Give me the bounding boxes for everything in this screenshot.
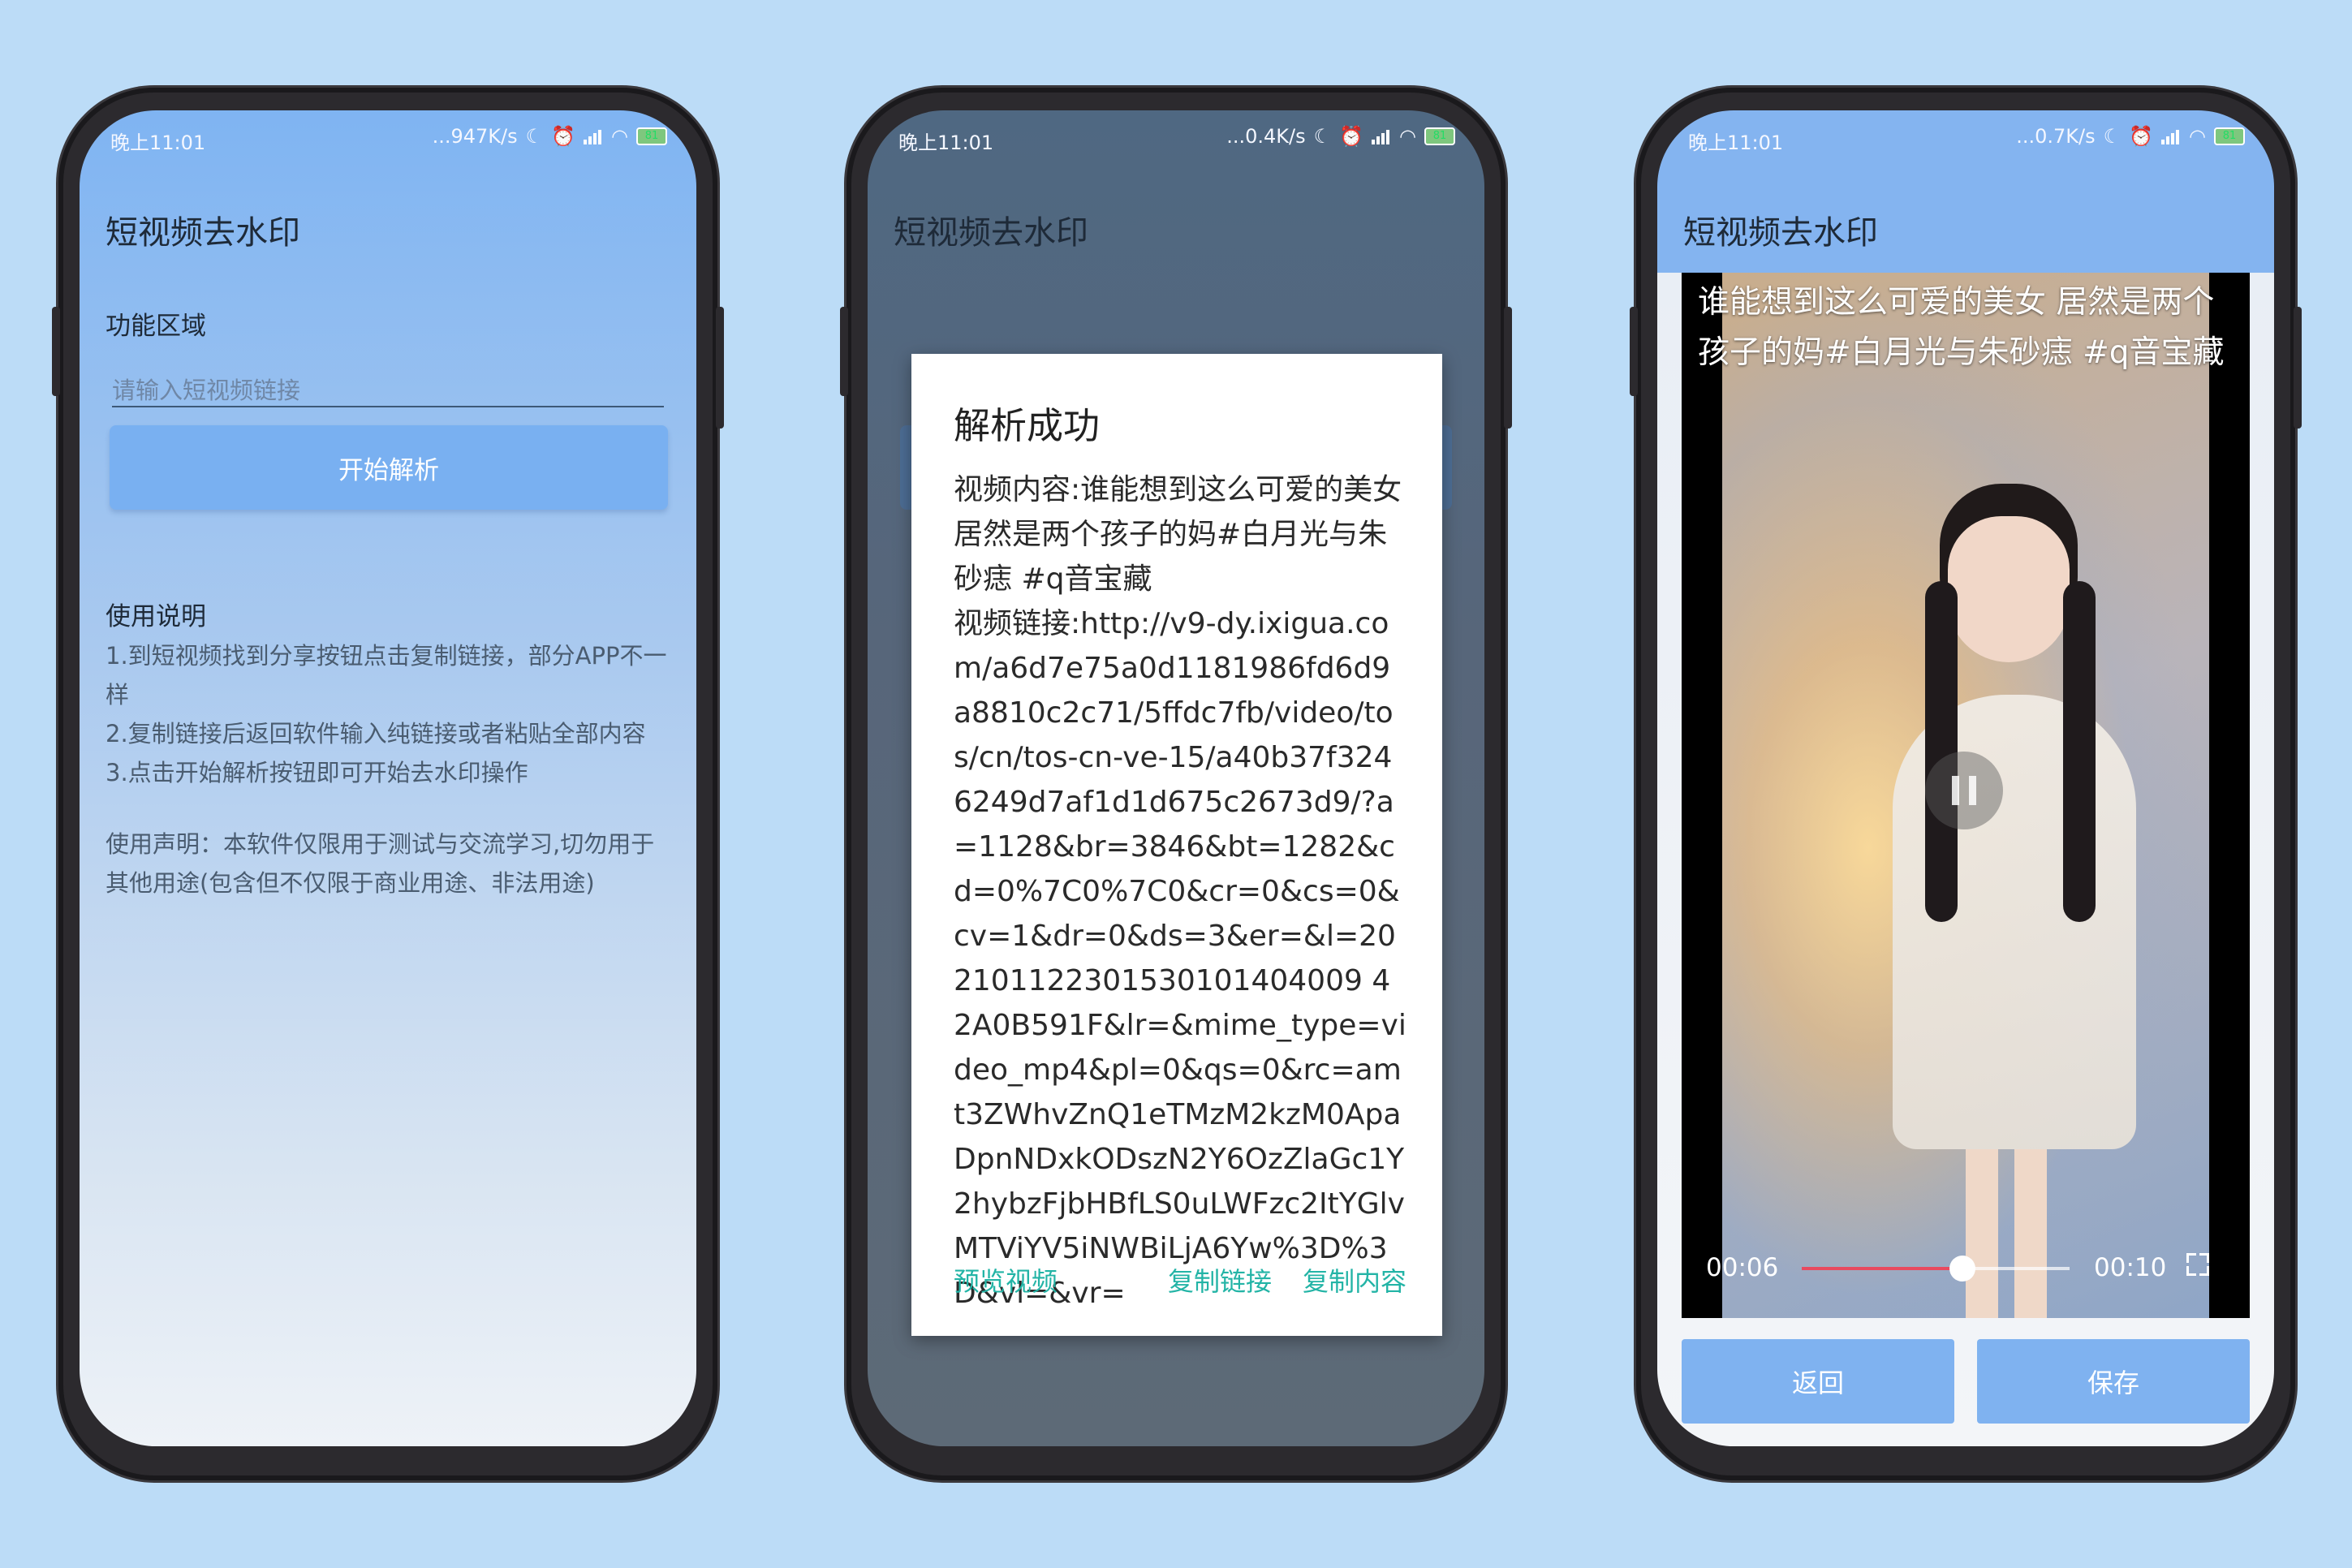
disclaimer-text: 使用声明：本软件仅限用于测试与交流学习,切勿用于其他用途(包含但不仅限于商业用途… <box>106 830 655 897</box>
app-title: 短视频去水印 <box>106 214 300 252</box>
network-speed: ...0.4K/s <box>1226 125 1306 148</box>
fullscreen-icon[interactable] <box>2186 1253 2209 1276</box>
battery-icon: 81 <box>2214 127 2245 145</box>
copy-link-button[interactable]: 复制链接 <box>1168 1261 1272 1299</box>
network-speed: ...947K/s <box>432 125 518 148</box>
status-bar: 晚上11:01 ...0.4K/s ☾ ⏰ ◠ 81 <box>868 110 1484 167</box>
video-figure-braid <box>1925 581 1958 922</box>
current-time: 00:06 <box>1706 1253 1779 1282</box>
pause-icon[interactable] <box>1925 752 2003 829</box>
main-screen: 晚上11:01 ...947K/s ☾ ⏰ ◠ 81 短视频去水印 功能区域 请… <box>80 110 696 1446</box>
player-screen: 晚上11:01 ...0.7K/s ☾ ⏰ ◠ 81 短视频去水印 谁能想到这么… <box>1657 110 2274 1446</box>
dialog-title: 解析成功 <box>954 404 1101 447</box>
usage-line: 1.到短视频找到分享按钮点击复制链接，部分APP不一样 <box>106 642 667 709</box>
signal-icon <box>584 128 603 144</box>
seek-thumb[interactable] <box>1949 1256 1975 1282</box>
save-button[interactable]: 保存 <box>1977 1339 2250 1424</box>
video-figure-braid <box>2063 581 2096 922</box>
seek-bar[interactable] <box>1802 1256 2070 1282</box>
signal-icon <box>1372 128 1391 144</box>
phone-frame-main: 晚上11:01 ...947K/s ☾ ⏰ ◠ 81 短视频去水印 功能区域 请… <box>52 88 724 1480</box>
preview-video-button[interactable]: 预览视频 <box>954 1261 1058 1299</box>
moon-icon: ☾ <box>1313 125 1332 148</box>
copy-content-button[interactable]: 复制内容 <box>1303 1261 1406 1299</box>
alarm-icon: ⏰ <box>551 125 576 148</box>
wifi-icon: ◠ <box>2189 125 2206 148</box>
moon-icon: ☾ <box>525 125 544 148</box>
parse-button[interactable]: 开始解析 <box>110 425 668 510</box>
status-time: 晚上11:01 <box>110 131 206 154</box>
usage-line: 2.复制链接后返回软件输入纯链接或者粘贴全部内容 <box>106 720 646 747</box>
dialog-actions: 预览视频 复制链接 复制内容 <box>911 1261 1442 1302</box>
network-speed: ...0.7K/s <box>2016 125 2096 148</box>
status-bar: 晚上11:01 ...0.7K/s ☾ ⏰ ◠ 81 <box>1657 110 2274 167</box>
status-bar: 晚上11:01 ...947K/s ☾ ⏰ ◠ 81 <box>80 110 696 167</box>
usage-title: 使用说明 <box>106 602 206 631</box>
total-time: 00:10 <box>2094 1253 2167 1282</box>
wifi-icon: ◠ <box>1399 125 1416 148</box>
parse-result-dialog: 解析成功 视频内容:谁能想到这么可爱的美女居然是两个孩子的妈#白月光与朱砂痣 #… <box>911 354 1442 1336</box>
app-title: 短视频去水印 <box>894 214 1088 252</box>
wifi-icon: ◠ <box>611 125 628 148</box>
video-figure-leg <box>2014 1149 2047 1318</box>
status-time: 晚上11:01 <box>898 131 994 154</box>
alarm-icon: ⏰ <box>2129 125 2154 148</box>
app-title: 短视频去水印 <box>1683 214 1878 252</box>
signal-icon <box>2161 128 2181 144</box>
dialog-screen: 晚上11:01 ...0.4K/s ☾ ⏰ ◠ 81 短视频去水印 解析成功 视… <box>868 110 1484 1446</box>
video-figure-leg <box>1966 1149 1998 1318</box>
video-figure-head <box>1948 516 2070 662</box>
link-input[interactable]: 请输入短视频链接 <box>112 360 664 407</box>
status-time: 晚上11:01 <box>1688 131 1784 154</box>
battery-icon: 81 <box>1424 127 1455 145</box>
phone-frame-player: 晚上11:01 ...0.7K/s ☾ ⏰ ◠ 81 短视频去水印 谁能想到这么… <box>1630 88 2302 1480</box>
usage-instructions: 1.到短视频找到分享按钮点击复制链接，部分APP不一样 2.复制链接后返回软件输… <box>106 636 674 792</box>
video-caption: 谁能想到这么可爱的美女 居然是两个孩子的妈#白月光与朱砂痣 #q音宝藏 <box>1698 284 2225 371</box>
seek-progress <box>1802 1267 1962 1270</box>
alarm-icon: ⏰ <box>1339 125 1364 148</box>
video-player[interactable]: 谁能想到这么可爱的美女 居然是两个孩子的妈#白月光与朱砂痣 #q音宝藏 00:0… <box>1682 273 2250 1318</box>
usage-line: 3.点击开始解析按钮即可开始去水印操作 <box>106 759 528 786</box>
battery-icon: 81 <box>636 127 667 145</box>
feature-area-label: 功能区域 <box>106 312 206 341</box>
dialog-message: 视频内容:谁能想到这么可爱的美女居然是两个孩子的妈#白月光与朱砂痣 #q音宝藏 … <box>954 473 1406 1310</box>
moon-icon: ☾ <box>2103 125 2122 148</box>
back-button[interactable]: 返回 <box>1682 1339 1954 1424</box>
phone-frame-dialog: 晚上11:01 ...0.4K/s ☾ ⏰ ◠ 81 短视频去水印 解析成功 视… <box>840 88 1512 1480</box>
